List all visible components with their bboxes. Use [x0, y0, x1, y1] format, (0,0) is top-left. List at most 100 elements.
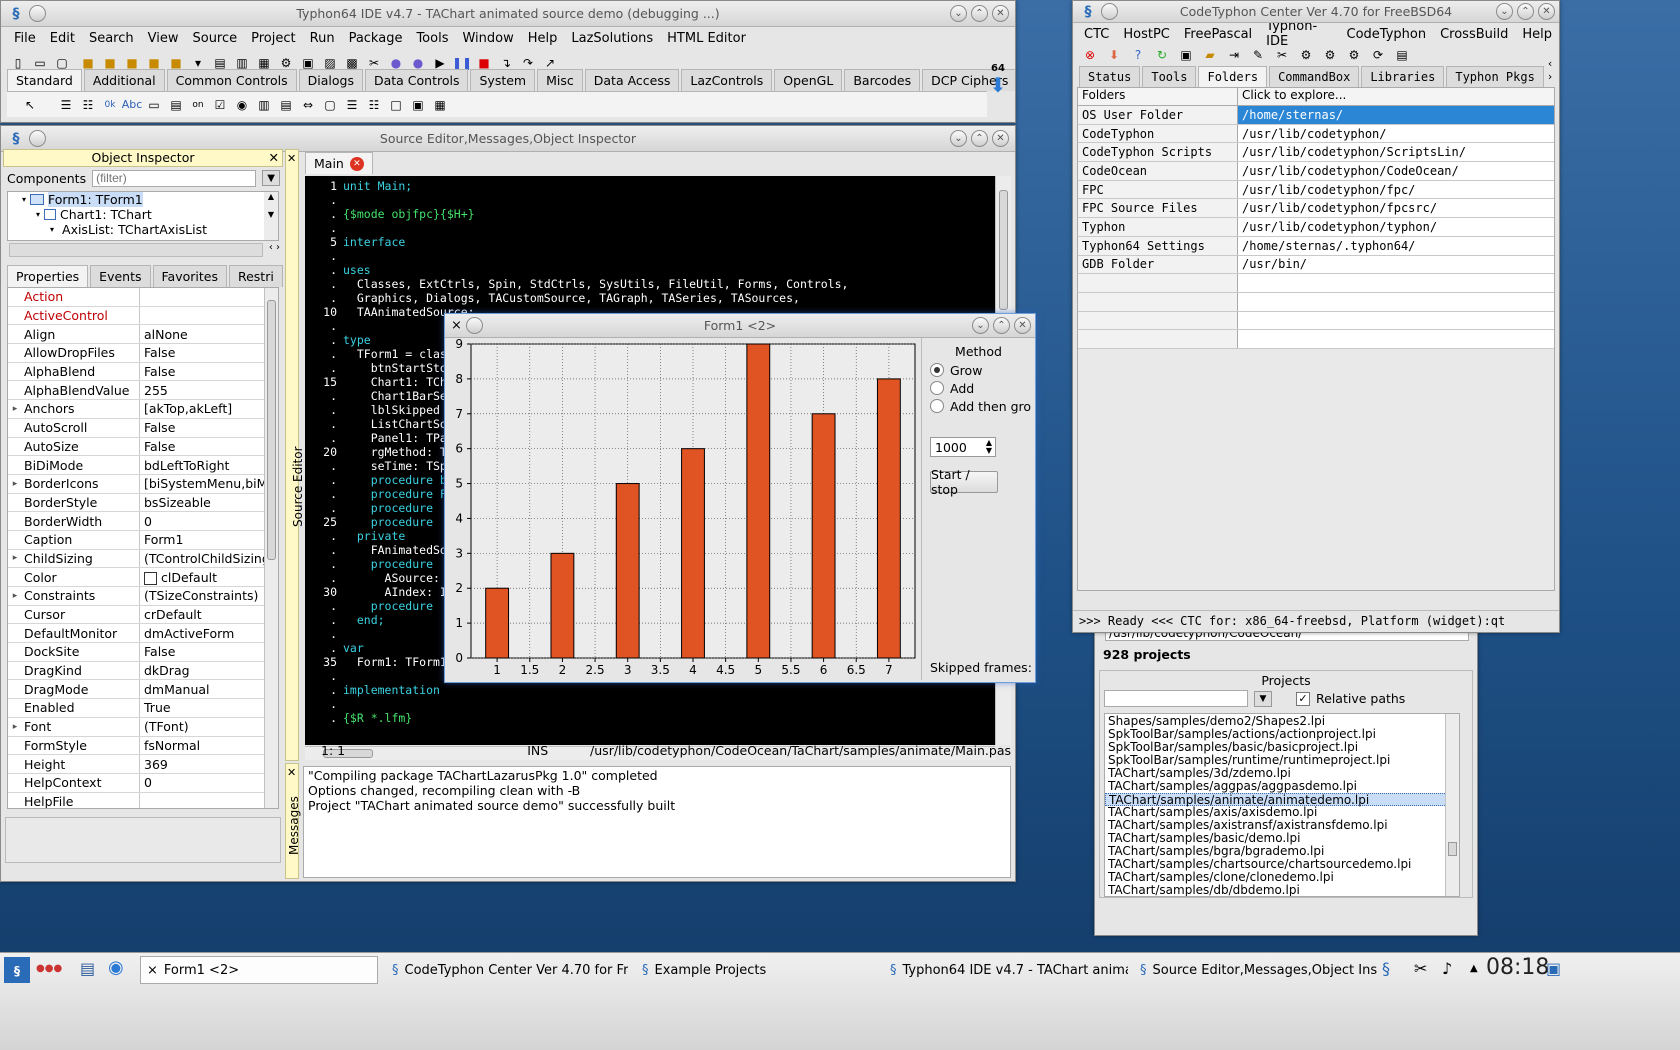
- tpopupmenu-icon[interactable]: ☷: [78, 95, 98, 115]
- browser-icon[interactable]: ◉: [108, 957, 124, 978]
- folder-row[interactable]: CodeTyphon/usr/lib/codetyphon/: [1078, 124, 1554, 144]
- menu-help[interactable]: Help: [521, 31, 565, 46]
- tcombobox-icon[interactable]: ▤: [276, 95, 296, 115]
- projects-filter-input[interactable]: [1104, 690, 1248, 707]
- center-tab[interactable]: Typhon Pkgs: [1446, 66, 1544, 87]
- radio-icon[interactable]: [930, 399, 944, 413]
- filter-icon[interactable]: ▼: [1254, 690, 1272, 707]
- folder-path[interactable]: /usr/lib/codetyphon/fpc/: [1238, 180, 1554, 199]
- components-filter-input[interactable]: [92, 169, 257, 187]
- build-all-icon[interactable]: ⚙: [1296, 45, 1316, 65]
- palette-tab[interactable]: LazControls: [681, 69, 773, 91]
- inspector-tab[interactable]: Events: [90, 265, 151, 287]
- message-line[interactable]: Options changed, recompiling clean with …: [308, 783, 1006, 798]
- ttogglebox-icon[interactable]: on: [188, 95, 208, 115]
- filter-icon[interactable]: ▼: [262, 170, 281, 186]
- download-icon[interactable]: ⬇: [1104, 45, 1124, 65]
- project-item[interactable]: TAChart/samples/db/dbdemo.lpi: [1105, 884, 1459, 897]
- refresh-icon[interactable]: ↻: [1152, 45, 1172, 65]
- minimize-button[interactable]: ⌄: [972, 317, 989, 334]
- folder-path[interactable]: /usr/lib/codetyphon/CodeOcean/: [1238, 162, 1554, 180]
- tscrollbar-icon[interactable]: ⇔: [298, 95, 318, 115]
- palette-tab[interactable]: System: [470, 69, 536, 91]
- close-editor-dock-icon[interactable]: ✕: [286, 152, 296, 165]
- inspector-tab[interactable]: Restri: [228, 265, 283, 287]
- folder-row[interactable]: CodeTyphon Scripts/usr/lib/codetyphon/Sc…: [1078, 143, 1554, 163]
- maximize-button[interactable]: ⌃: [971, 5, 988, 22]
- property-value[interactable]: (TControlChildSizing: [140, 551, 278, 566]
- property-value[interactable]: bsSizeable: [140, 495, 278, 510]
- palette-tab[interactable]: Data Controls: [364, 69, 469, 91]
- menu-html-editor[interactable]: HTML Editor: [660, 31, 753, 46]
- tree-node[interactable]: ▾ Chart1: TChart: [8, 207, 278, 222]
- tlistbox-icon[interactable]: ▥: [254, 95, 274, 115]
- folder-row[interactable]: Typhon64 Settings/home/sternas/.typhon64…: [1078, 236, 1554, 256]
- maximize-button[interactable]: ⌃: [993, 317, 1010, 334]
- inspector-tab[interactable]: Properties: [7, 265, 89, 287]
- property-value[interactable]: False: [140, 364, 278, 379]
- maximize-button[interactable]: ⌃: [971, 130, 988, 147]
- property-value[interactable]: False: [140, 439, 278, 454]
- palette-tab[interactable]: Data Access: [584, 69, 680, 91]
- folder-path[interactable]: /usr/bin/: [1238, 255, 1554, 274]
- property-row[interactable]: FormStyle fsNormal: [8, 736, 278, 756]
- folder-icon[interactable]: ▰: [1200, 45, 1220, 65]
- center-menu-item[interactable]: HostPC: [1116, 27, 1177, 42]
- property-value[interactable]: [akTop,akLeft]: [140, 401, 278, 416]
- menu-run[interactable]: Run: [303, 31, 342, 46]
- center-tab[interactable]: Libraries: [1361, 66, 1445, 87]
- menu-edit[interactable]: Edit: [43, 31, 82, 46]
- property-row[interactable]: ▸ Constraints (TSizeConstraints): [8, 587, 278, 606]
- property-row[interactable]: ▸ Font (TFont): [8, 717, 278, 737]
- tgroupbox-icon[interactable]: ▢: [320, 95, 340, 115]
- tmainmenu-icon[interactable]: ☰: [56, 95, 76, 115]
- property-value[interactable]: fsNormal: [140, 738, 278, 753]
- radio-icon[interactable]: [930, 381, 944, 395]
- property-grid-scrollbar[interactable]: [264, 288, 278, 808]
- property-row[interactable]: Color clDefault: [8, 568, 278, 587]
- property-value[interactable]: (TFont): [140, 719, 278, 734]
- folder-path[interactable]: /usr/lib/codetyphon/typhon/: [1238, 218, 1554, 236]
- palette-tab[interactable]: Standard: [7, 69, 82, 91]
- expand-icon[interactable]: ▸: [8, 591, 22, 601]
- property-row[interactable]: Action: [8, 288, 278, 307]
- gear-icon[interactable]: ⚙: [1320, 45, 1340, 65]
- window-menu-icon[interactable]: [1101, 3, 1118, 20]
- property-row[interactable]: BorderStyle bsSizeable: [8, 493, 278, 513]
- property-row[interactable]: AlphaBlendValue 255: [8, 381, 278, 401]
- task-source-editor[interactable]: § Source Editor,Messages,Object Inspe: [1134, 956, 1378, 984]
- maximize-button[interactable]: ⌃: [1517, 3, 1534, 20]
- palette-tab[interactable]: OpenGL: [774, 69, 843, 91]
- property-value[interactable]: bdLeftToRight: [140, 458, 278, 473]
- property-value[interactable]: (TSizeConstraints): [140, 588, 278, 603]
- show-desktop-icon[interactable]: ▣: [1546, 959, 1561, 978]
- center-tab[interactable]: Status: [1079, 66, 1141, 87]
- menu-lazsolutions[interactable]: LazSolutions: [564, 31, 660, 46]
- property-row[interactable]: Caption Form1: [8, 530, 278, 550]
- property-row[interactable]: AutoSize False: [8, 437, 278, 457]
- property-value[interactable]: dkDrag: [140, 663, 278, 678]
- center-tab-arrows-icon[interactable]: ‹ ›: [1546, 57, 1559, 87]
- task-examples[interactable]: § Example Projects: [636, 956, 876, 984]
- minimize-button[interactable]: ⌄: [950, 5, 967, 22]
- center-menu-item[interactable]: CrossBuild: [1433, 27, 1515, 42]
- tray-volume-icon[interactable]: ♪: [1442, 959, 1452, 978]
- file-manager-icon[interactable]: ▤: [80, 959, 95, 978]
- folder-row[interactable]: Typhon/usr/lib/codetyphon/typhon/: [1078, 218, 1554, 237]
- center-tab[interactable]: Tools: [1142, 66, 1197, 87]
- expand-icon[interactable]: ▸: [8, 722, 22, 732]
- property-value[interactable]: 369: [140, 757, 278, 772]
- property-row[interactable]: BiDiMode bdLeftToRight: [8, 456, 278, 475]
- property-row[interactable]: Height 369: [8, 755, 278, 774]
- property-row[interactable]: BorderWidth 0: [8, 512, 278, 531]
- property-value[interactable]: True: [140, 700, 278, 715]
- palette-tab[interactable]: Barcodes: [844, 69, 921, 91]
- center-menu-item[interactable]: FreePascal: [1177, 27, 1259, 42]
- property-value[interactable]: alNone: [140, 327, 278, 342]
- close-button[interactable]: ✕: [992, 130, 1009, 147]
- folder-row[interactable]: GDB Folder/usr/bin/: [1078, 255, 1554, 275]
- task-ide[interactable]: § Typhon64 IDE v4.7 - TAChart animated: [884, 956, 1128, 984]
- palette-download-icon[interactable]: ⬇: [987, 74, 1009, 96]
- radio-icon[interactable]: [930, 363, 944, 377]
- property-value[interactable]: 0: [140, 514, 278, 529]
